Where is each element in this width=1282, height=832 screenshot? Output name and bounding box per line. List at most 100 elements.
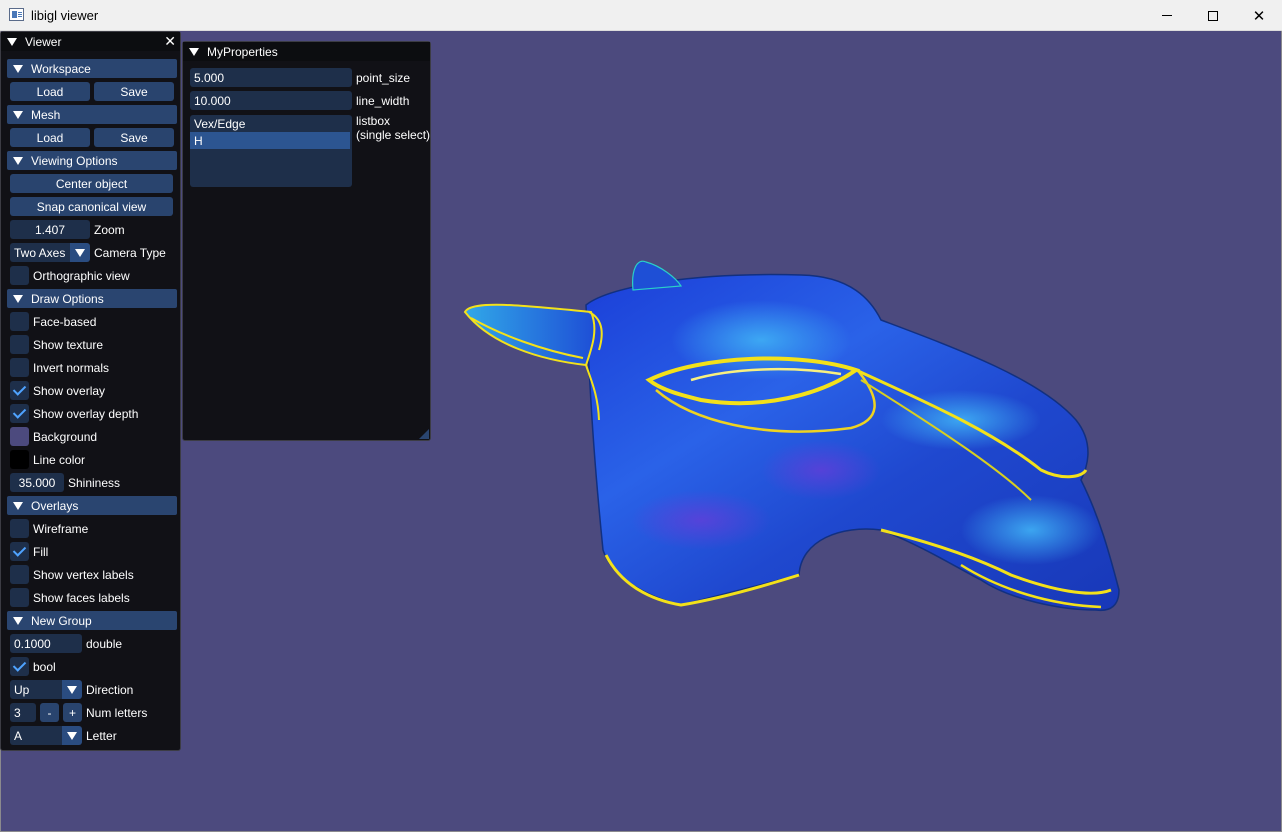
bool-label: bool (33, 659, 56, 674)
shininess-label: Shininess (68, 475, 121, 490)
viewer-title: Viewer (25, 34, 62, 49)
num-letters-label: Num letters (86, 705, 148, 720)
expand-icon (13, 294, 23, 303)
new-group-header-label: New Group (31, 613, 92, 628)
direction-dropdown-arrow[interactable] (62, 680, 82, 699)
viewing-options-header[interactable]: Viewing Options (7, 151, 177, 170)
double-input[interactable]: 0.1000 (10, 634, 82, 653)
viewer-title-bar[interactable]: Viewer (1, 32, 180, 51)
chevron-down-icon (67, 685, 77, 694)
show-faces-labels-label: Show faces labels (33, 590, 130, 605)
window-title: libigl viewer (31, 8, 99, 23)
invert-normals-label: Invert normals (33, 360, 110, 375)
my-properties-title: MyProperties (207, 44, 278, 59)
mesh-save-button[interactable]: Save (94, 128, 174, 147)
wireframe-checkbox[interactable] (10, 519, 29, 538)
double-label: double (86, 636, 123, 651)
listbox[interactable]: Vex/Edge H (190, 115, 352, 187)
title-bar: libigl viewer ✕ (0, 0, 1282, 31)
line-width-input[interactable]: 10.000 (190, 91, 352, 110)
show-texture-label: Show texture (33, 337, 104, 352)
snap-canonical-view-button[interactable]: Snap canonical view (10, 197, 173, 216)
background-label: Background (33, 429, 98, 444)
mesh-top-ear (632, 260, 683, 291)
app-icon (9, 8, 24, 21)
expand-icon (13, 501, 23, 510)
close-button[interactable]: ✕ (1236, 0, 1282, 31)
face-based-label: Face-based (33, 314, 97, 329)
line-color-swatch[interactable] (10, 450, 29, 469)
expand-icon (13, 110, 23, 119)
zoom-input[interactable]: 1.407 (10, 220, 90, 239)
point-size-input[interactable]: 5.000 (190, 68, 352, 87)
resize-grip-icon[interactable] (419, 429, 429, 439)
my-properties-panel[interactable]: MyProperties 5.000 point_size 10.000 lin… (182, 41, 431, 441)
my-properties-title-bar[interactable]: MyProperties (183, 42, 430, 61)
expand-icon (13, 156, 23, 165)
draw-options-header[interactable]: Draw Options (7, 289, 177, 308)
direction-label: Direction (86, 682, 134, 697)
camera-type-select[interactable]: Two Axes (10, 243, 70, 262)
letter-select[interactable]: A (10, 726, 62, 745)
workspace-save-button[interactable]: Save (94, 82, 174, 101)
show-vertex-labels-checkbox[interactable] (10, 565, 29, 584)
close-icon: ✕ (1252, 7, 1266, 25)
chevron-down-icon (67, 731, 77, 740)
show-overlay-depth-checkbox[interactable] (10, 404, 29, 423)
maximize-button[interactable] (1190, 0, 1236, 31)
listbox-sublabel: (single select) (356, 128, 431, 142)
overlays-header[interactable]: Overlays (7, 496, 177, 515)
maximize-icon (1208, 10, 1218, 21)
zoom-label: Zoom (94, 222, 125, 237)
collapse-icon[interactable] (189, 47, 199, 56)
center-object-button[interactable]: Center object (10, 174, 173, 193)
orthographic-view-label: Orthographic view (33, 268, 130, 283)
camera-type-dropdown-arrow[interactable] (70, 243, 90, 262)
direction-select[interactable]: Up (10, 680, 62, 699)
minimize-icon (1162, 15, 1172, 16)
fill-label: Fill (33, 544, 49, 559)
new-group-header[interactable]: New Group (7, 611, 177, 630)
face-based-checkbox[interactable] (10, 312, 29, 331)
letter-label: Letter (86, 728, 117, 743)
overlays-header-label: Overlays (31, 498, 79, 513)
wireframe-label: Wireframe (33, 521, 89, 536)
num-letters-decrement-button[interactable]: - (40, 703, 59, 722)
letter-dropdown-arrow[interactable] (62, 726, 82, 745)
viewing-options-header-label: Viewing Options (31, 153, 118, 168)
expand-icon (13, 616, 23, 625)
show-overlay-depth-label: Show overlay depth (33, 406, 139, 421)
workspace-header-label: Workspace (31, 61, 91, 76)
shininess-input[interactable]: 35.000 (10, 473, 64, 492)
line-color-label: Line color (33, 452, 86, 467)
list-item[interactable]: Vex/Edge (190, 115, 352, 132)
invert-normals-checkbox[interactable] (10, 358, 29, 377)
viewer-close-icon[interactable]: ✕ (164, 34, 176, 48)
workspace-header[interactable]: Workspace (7, 59, 177, 78)
draw-options-header-label: Draw Options (31, 291, 104, 306)
viewer-panel[interactable]: Viewer ✕ Workspace Load Save Mesh Load S… (0, 31, 181, 751)
num-letters-increment-button[interactable]: + (63, 703, 82, 722)
list-item-selected[interactable]: H (190, 132, 350, 149)
collapse-icon[interactable] (7, 37, 17, 46)
bool-checkbox[interactable] (10, 657, 29, 676)
mesh-load-button[interactable]: Load (10, 128, 90, 147)
line-width-label: line_width (356, 93, 410, 108)
workspace-load-button[interactable]: Load (10, 82, 90, 101)
expand-icon (13, 64, 23, 73)
minimize-button[interactable] (1144, 0, 1190, 31)
show-texture-checkbox[interactable] (10, 335, 29, 354)
show-overlay-checkbox[interactable] (10, 381, 29, 400)
mesh-header[interactable]: Mesh (7, 105, 177, 124)
listbox-label: listbox (356, 114, 391, 128)
orthographic-view-checkbox[interactable] (10, 266, 29, 285)
show-vertex-labels-label: Show vertex labels (33, 567, 134, 582)
show-overlay-label: Show overlay (33, 383, 106, 398)
mesh-header-label: Mesh (31, 107, 61, 122)
chevron-down-icon (75, 248, 85, 257)
camera-type-label: Camera Type (94, 245, 166, 260)
show-faces-labels-checkbox[interactable] (10, 588, 29, 607)
background-color-swatch[interactable] (10, 427, 29, 446)
fill-checkbox[interactable] (10, 542, 29, 561)
num-letters-input[interactable]: 3 (10, 703, 36, 722)
